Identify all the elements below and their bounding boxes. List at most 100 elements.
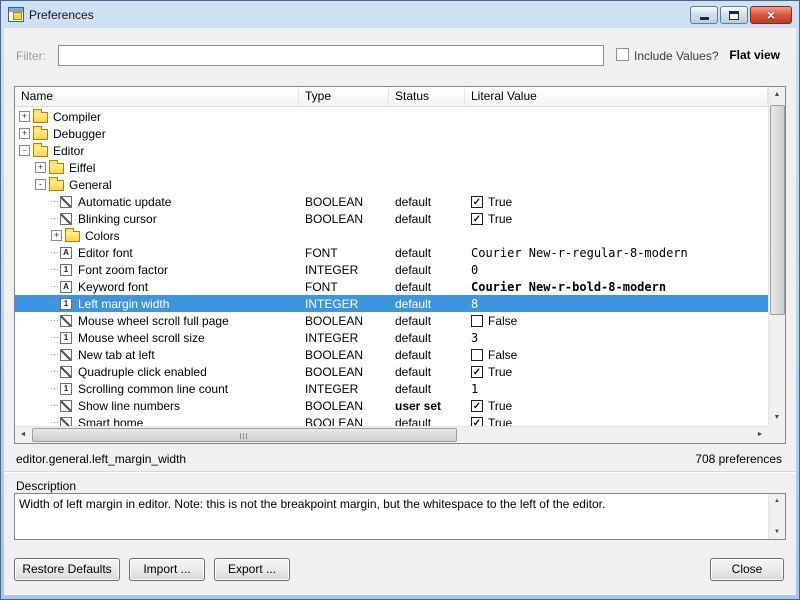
tree-row[interactable]: Quadruple click enabledBOOLEANdefault✓Tr… [15,363,768,380]
tree-row[interactable]: -Editor [15,142,768,159]
scroll-right-icon[interactable]: ► [752,427,768,443]
value-checkbox[interactable] [471,349,483,361]
status-cell: default [389,261,465,278]
value-text: True [488,364,512,380]
tree-row[interactable]: Mouse wheel scroll full pageBOOLEANdefau… [15,312,768,329]
value-checkbox[interactable] [471,315,483,327]
tree-row[interactable]: Show line numbersBOOLEANuser set✓True [15,397,768,414]
tree-row[interactable]: AKeyword fontFONTdefaultCourier New-r-bo… [15,278,768,295]
name-cell: 1Left margin width [15,295,299,312]
value-checkbox[interactable]: ✓ [471,400,483,412]
restore-defaults-button[interactable]: Restore Defaults [14,558,120,581]
maximize-button[interactable] [720,6,748,24]
description-scroll-down-icon[interactable]: ▼ [769,525,785,539]
horizontal-scrollbar[interactable]: ◄ ► [15,426,768,443]
name-cell: 1 Scrolling common line count [15,380,299,397]
pref-name: Mouse wheel scroll size [78,330,205,346]
value-checkbox[interactable]: ✓ [471,196,483,208]
name-cell: Blinking cursor [15,210,299,227]
value-cell: False [465,312,768,329]
export-button[interactable]: Export ... [214,558,290,581]
expand-toggle[interactable]: - [35,179,46,190]
type-cell [299,159,389,176]
preferences-window: Preferences × Filter: Include Values? Fl… [0,0,800,600]
expand-toggle[interactable]: + [35,162,46,173]
tree-row[interactable]: 1Left margin widthINTEGERdefault8 [15,295,768,312]
value-checkbox[interactable]: ✓ [471,213,483,225]
flat-view-button[interactable]: Flat view [729,48,780,62]
column-header-type[interactable]: Type [299,87,389,106]
tree-row[interactable]: AEditor fontFONTdefaultCourier New-r-reg… [15,244,768,261]
tree-connector [51,388,58,389]
expand-toggle[interactable]: + [19,111,30,122]
minimize-button[interactable] [690,6,718,24]
horizontal-scroll-thumb[interactable] [32,428,457,442]
dialog-body: Filter: Include Values? Flat view Name T… [4,28,796,595]
column-header-name[interactable]: Name [15,87,299,106]
close-window-button[interactable]: × [750,6,792,24]
pref-name: Smart home [78,415,143,427]
type-cell: BOOLEAN [299,414,389,426]
pref-name: Eiffel [69,160,95,176]
tree-row[interactable]: + Eiffel [15,159,768,176]
value-checkbox[interactable]: ✓ [471,417,483,427]
type-cell: FONT [299,244,389,261]
tree-connector [51,218,58,219]
tree-row[interactable]: +Compiler [15,108,768,125]
value-cell [465,227,768,244]
close-button[interactable]: Close [710,558,784,581]
name-cell: -General [15,176,299,193]
scroll-up-icon[interactable]: ▲ [769,87,785,103]
vertical-scrollbar[interactable]: ▲ ▼ [768,87,785,426]
int-pref-icon: 1 [60,383,72,395]
value-cell: ✓True [465,414,768,426]
vertical-scroll-thumb[interactable] [770,105,785,315]
titlebar[interactable]: Preferences × [1,1,799,28]
tree-row[interactable]: -General [15,176,768,193]
tree-row[interactable]: +Colors [15,227,768,244]
value-cell: Courier New-r-bold-8-modern [465,278,768,295]
type-cell: INTEGER [299,261,389,278]
status-cell [389,227,465,244]
value-text: True [488,398,512,414]
tree-row[interactable]: 1Font zoom factorINTEGERdefault0 [15,261,768,278]
preferences-count: 708 preferences [695,452,782,466]
value-text: False [488,347,517,363]
scroll-down-icon[interactable]: ▼ [769,410,785,426]
status-cell: default [389,329,465,346]
value-cell: 3 [465,329,768,346]
column-header-status[interactable]: Status [389,87,465,106]
expand-toggle[interactable]: + [19,128,30,139]
description-scrollbar[interactable]: ▲ ▼ [768,494,785,539]
import-button[interactable]: Import ... [129,558,205,581]
tree-row[interactable]: 1Mouse wheel scroll sizeINTEGERdefault3 [15,329,768,346]
int-pref-icon: 1 [60,332,72,344]
value-cell [465,108,768,125]
bool-pref-icon [60,315,72,327]
expand-toggle[interactable]: + [51,230,62,241]
tree-connector [51,371,58,372]
value-checkbox[interactable]: ✓ [471,366,483,378]
pref-name: Scrolling common line count [78,381,228,397]
type-cell: INTEGER [299,380,389,397]
value-cell: 8 [465,295,768,312]
tree-row[interactable]: +Debugger [15,125,768,142]
status-cell [389,108,465,125]
scroll-left-icon[interactable]: ◄ [15,427,31,443]
tree-row[interactable]: 1Scrolling common line countINTEGERdefau… [15,380,768,397]
tree-connector [51,303,58,304]
status-cell: user set [389,397,465,414]
tree-row[interactable]: New tab at leftBOOLEANdefaultFalse [15,346,768,363]
selected-preference-path: editor.general.left_margin_width [16,452,186,466]
tree-row[interactable]: Automatic updateBOOLEANdefault✓True [15,193,768,210]
name-cell: Quadruple click enabled [15,363,299,380]
include-values-checkbox[interactable] [616,48,629,61]
expand-toggle[interactable]: - [19,145,30,156]
description-scroll-up-icon[interactable]: ▲ [769,494,785,508]
column-header-literal-value[interactable]: Literal Value [465,87,768,106]
tree-row[interactable]: Smart home BOOLEANdefault✓True [15,414,768,426]
filter-input[interactable] [58,45,604,66]
status-cell: default [389,414,465,426]
separator-line [4,471,796,473]
tree-row[interactable]: Blinking cursorBOOLEANdefault✓True [15,210,768,227]
